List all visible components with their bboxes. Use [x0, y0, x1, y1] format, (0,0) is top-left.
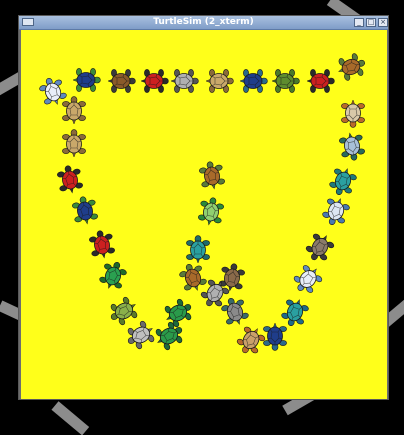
- turtle-sprite: [106, 66, 136, 96]
- turtle-sprite: [169, 66, 199, 96]
- turtle-icon: [57, 165, 83, 194]
- turtle-sprite: [139, 66, 169, 96]
- turtle-icon: [306, 69, 335, 93]
- turtle-icon: [140, 69, 169, 93]
- turtle-sprite: [336, 52, 366, 82]
- turtle-icon: [322, 198, 350, 225]
- turtle-sprite: [178, 263, 208, 293]
- turtle-icon: [72, 196, 98, 225]
- turtle-sprite: [337, 131, 367, 161]
- turtle-icon: [110, 296, 138, 326]
- close-button[interactable]: ×: [378, 18, 388, 27]
- turtlesim-window: TurtleSim (2_xterm) _ □ ×: [18, 15, 389, 400]
- turtle-icon: [170, 69, 199, 93]
- minimize-button[interactable]: _: [354, 18, 364, 27]
- turtle-icon: [198, 197, 224, 226]
- window-title: TurtleSim (2_xterm): [153, 17, 254, 27]
- turtle-canvas[interactable]: [21, 30, 387, 399]
- turtle-sprite: [328, 166, 358, 196]
- turtle-sprite: [305, 66, 335, 96]
- turtle-icon: [338, 53, 365, 81]
- turtle-sprite: [236, 325, 266, 355]
- turtle-sprite: [59, 96, 89, 126]
- turtle-sprite: [59, 129, 89, 159]
- turtle-icon: [179, 264, 207, 291]
- turtle-sprite: [293, 264, 323, 294]
- background-line: [51, 401, 90, 435]
- turtle-sprite: [183, 235, 213, 265]
- turtle-icon: [186, 235, 210, 264]
- turtle-icon: [62, 129, 86, 158]
- turtle-sprite: [238, 66, 268, 96]
- turtle-sprite: [70, 196, 100, 226]
- turtle-sprite: [154, 321, 184, 351]
- turtle-sprite: [338, 98, 368, 128]
- turtle-icon: [62, 96, 86, 125]
- turtle-icon: [99, 262, 127, 289]
- turtle-icon: [199, 161, 225, 190]
- turtle-icon: [72, 68, 101, 92]
- turtle-sprite: [98, 261, 128, 291]
- turtle-icon: [239, 69, 268, 93]
- turtle-sprite: [270, 66, 300, 96]
- turtle-icon: [339, 132, 365, 161]
- turtle-icon: [107, 69, 136, 93]
- turtle-icon: [305, 233, 335, 261]
- maximize-button[interactable]: □: [366, 18, 376, 27]
- turtle-sprite: [305, 232, 335, 262]
- turtle-sprite: [87, 230, 117, 260]
- turtle-sprite: [109, 296, 139, 326]
- turtle-icon: [205, 69, 234, 93]
- turtle-icon: [236, 326, 266, 354]
- turtle-sprite: [197, 161, 227, 191]
- turtle-icon: [89, 230, 115, 259]
- turtle-icon: [293, 265, 323, 293]
- turtle-icon: [341, 99, 365, 128]
- turtle-icon: [155, 321, 183, 351]
- turtle-sprite: [71, 65, 101, 95]
- turtle-icon: [271, 69, 300, 93]
- turtle-icon: [329, 168, 357, 195]
- turtle-sprite: [204, 66, 234, 96]
- turtle-sprite: [196, 197, 226, 227]
- title-bar[interactable]: TurtleSim (2_xterm) _ □ ×: [19, 16, 388, 30]
- turtle-sprite: [321, 196, 351, 226]
- turtle-sprite: [55, 165, 85, 195]
